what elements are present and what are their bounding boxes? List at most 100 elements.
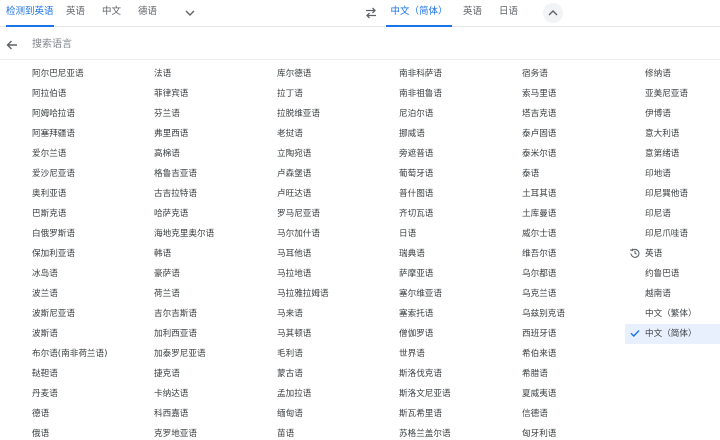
- language-item[interactable]: 希腊语: [522, 364, 644, 384]
- language-item[interactable]: 乌尔都语: [522, 264, 644, 284]
- language-item[interactable]: 塞索托语: [399, 304, 521, 324]
- language-item[interactable]: 拉丁语: [277, 84, 399, 104]
- language-item[interactable]: 泰卢固语: [522, 124, 644, 144]
- language-item[interactable]: 鞑靼语: [32, 364, 154, 384]
- language-item[interactable]: 缅甸语: [277, 404, 399, 424]
- language-item[interactable]: 泰语: [522, 164, 644, 184]
- language-item[interactable]: 罗马尼亚语: [277, 204, 399, 224]
- language-item[interactable]: 中文（繁体）: [645, 304, 720, 324]
- tab-target-japanese[interactable]: 日语: [499, 0, 518, 27]
- language-item[interactable]: 意第绪语: [645, 144, 720, 164]
- language-item[interactable]: 立陶宛语: [277, 144, 399, 164]
- language-item[interactable]: 斯洛伐克语: [399, 364, 521, 384]
- language-item[interactable]: 拉脱维亚语: [277, 104, 399, 124]
- language-item[interactable]: 印尼语: [645, 204, 720, 224]
- language-item[interactable]: 斯瓦希里语: [399, 404, 521, 424]
- language-item[interactable]: 波兰语: [32, 284, 154, 304]
- language-item[interactable]: 土库曼语: [522, 204, 644, 224]
- language-item[interactable]: 波斯尼亚语: [32, 304, 154, 324]
- language-item[interactable]: 捷克语: [154, 364, 276, 384]
- language-item[interactable]: 布尔语(南非荷兰语): [32, 344, 154, 364]
- language-item[interactable]: 塔吉克语: [522, 104, 644, 124]
- tab-detect-language[interactable]: 检测到英语: [6, 0, 54, 27]
- language-item[interactable]: 古吉拉特语: [154, 184, 276, 204]
- language-item[interactable]: 印尼巽他语: [645, 184, 720, 204]
- language-item[interactable]: 中文（简体）: [625, 324, 720, 344]
- language-item[interactable]: 豪萨语: [154, 264, 276, 284]
- language-item[interactable]: 马其顿语: [277, 324, 399, 344]
- chevron-up-icon[interactable]: [543, 3, 563, 23]
- language-item[interactable]: 马耳他语: [277, 244, 399, 264]
- language-item[interactable]: 加利西亚语: [154, 324, 276, 344]
- language-item[interactable]: 瑞典语: [399, 244, 521, 264]
- language-item[interactable]: 荷兰语: [154, 284, 276, 304]
- language-item[interactable]: 英语: [629, 244, 720, 264]
- swap-icon[interactable]: [364, 5, 378, 19]
- language-item[interactable]: 维吾尔语: [522, 244, 644, 264]
- language-item[interactable]: 法语: [154, 64, 276, 84]
- language-item[interactable]: 挪威语: [399, 124, 521, 144]
- language-item[interactable]: 日语: [399, 224, 521, 244]
- language-item[interactable]: 卢旺达语: [277, 184, 399, 204]
- language-item[interactable]: 奥利亚语: [32, 184, 154, 204]
- language-item[interactable]: 波斯语: [32, 324, 154, 344]
- language-item[interactable]: 卢森堡语: [277, 164, 399, 184]
- language-item[interactable]: 科西嘉语: [154, 404, 276, 424]
- language-item[interactable]: 俄语: [32, 424, 154, 440]
- language-item[interactable]: 僧伽罗语: [399, 324, 521, 344]
- language-item[interactable]: 阿姆哈拉语: [32, 104, 154, 124]
- language-item[interactable]: 亚美尼亚语: [645, 84, 720, 104]
- language-item[interactable]: 老挝语: [277, 124, 399, 144]
- language-item[interactable]: 世界语: [399, 344, 521, 364]
- language-item[interactable]: 毛利语: [277, 344, 399, 364]
- search-input[interactable]: [32, 34, 332, 54]
- language-item[interactable]: 吉尔吉斯语: [154, 304, 276, 324]
- language-item[interactable]: 加泰罗尼亚语: [154, 344, 276, 364]
- tab-source-english[interactable]: 英语: [66, 0, 85, 27]
- language-item[interactable]: 马来语: [277, 304, 399, 324]
- language-item[interactable]: 乌兹别克语: [522, 304, 644, 324]
- language-item[interactable]: 葡萄牙语: [399, 164, 521, 184]
- language-item[interactable]: 尼泊尔语: [399, 104, 521, 124]
- tab-target-english[interactable]: 英语: [463, 0, 482, 27]
- language-item[interactable]: 丹麦语: [32, 384, 154, 404]
- language-item[interactable]: 巴斯克语: [32, 204, 154, 224]
- language-item[interactable]: 保加利亚语: [32, 244, 154, 264]
- language-item[interactable]: 乌克兰语: [522, 284, 644, 304]
- language-item[interactable]: 苗语: [277, 424, 399, 440]
- language-item[interactable]: 伊博语: [645, 104, 720, 124]
- language-item[interactable]: 土耳其语: [522, 184, 644, 204]
- language-item[interactable]: 马尔加什语: [277, 224, 399, 244]
- language-item[interactable]: 马拉雅拉姆语: [277, 284, 399, 304]
- language-item[interactable]: 德语: [32, 404, 154, 424]
- language-item[interactable]: 普什图语: [399, 184, 521, 204]
- tab-source-german[interactable]: 德语: [138, 0, 157, 27]
- language-item[interactable]: 修纳语: [645, 64, 720, 84]
- language-item[interactable]: 夏威夷语: [522, 384, 644, 404]
- language-item[interactable]: 蒙古语: [277, 364, 399, 384]
- language-item[interactable]: 卡纳达语: [154, 384, 276, 404]
- language-item[interactable]: 匈牙利语: [522, 424, 644, 440]
- language-item[interactable]: 韩语: [154, 244, 276, 264]
- language-item[interactable]: 信德语: [522, 404, 644, 424]
- language-item[interactable]: 孟加拉语: [277, 384, 399, 404]
- language-item[interactable]: 阿塞拜疆语: [32, 124, 154, 144]
- language-item[interactable]: 阿尔巴尼亚语: [32, 64, 154, 84]
- language-item[interactable]: 威尔士语: [522, 224, 644, 244]
- language-item[interactable]: 印尼爪哇语: [645, 224, 720, 244]
- language-item[interactable]: 泰米尔语: [522, 144, 644, 164]
- language-item[interactable]: 库尔德语: [277, 64, 399, 84]
- language-item[interactable]: 斯洛文尼亚语: [399, 384, 521, 404]
- language-item[interactable]: 海地克里奥尔语: [154, 224, 276, 244]
- language-item[interactable]: 菲律宾语: [154, 84, 276, 104]
- tab-target-chinese-simplified[interactable]: 中文（简体）: [386, 0, 452, 27]
- language-item[interactable]: 宿务语: [522, 64, 644, 84]
- language-item[interactable]: 马拉地语: [277, 264, 399, 284]
- language-item[interactable]: 白俄罗斯语: [32, 224, 154, 244]
- arrow-back-icon[interactable]: [5, 37, 19, 51]
- language-item[interactable]: 哈萨克语: [154, 204, 276, 224]
- language-item[interactable]: 南非科萨语: [399, 64, 521, 84]
- language-item[interactable]: 芬兰语: [154, 104, 276, 124]
- chevron-down-icon[interactable]: [181, 4, 199, 22]
- language-item[interactable]: 爱尔兰语: [32, 144, 154, 164]
